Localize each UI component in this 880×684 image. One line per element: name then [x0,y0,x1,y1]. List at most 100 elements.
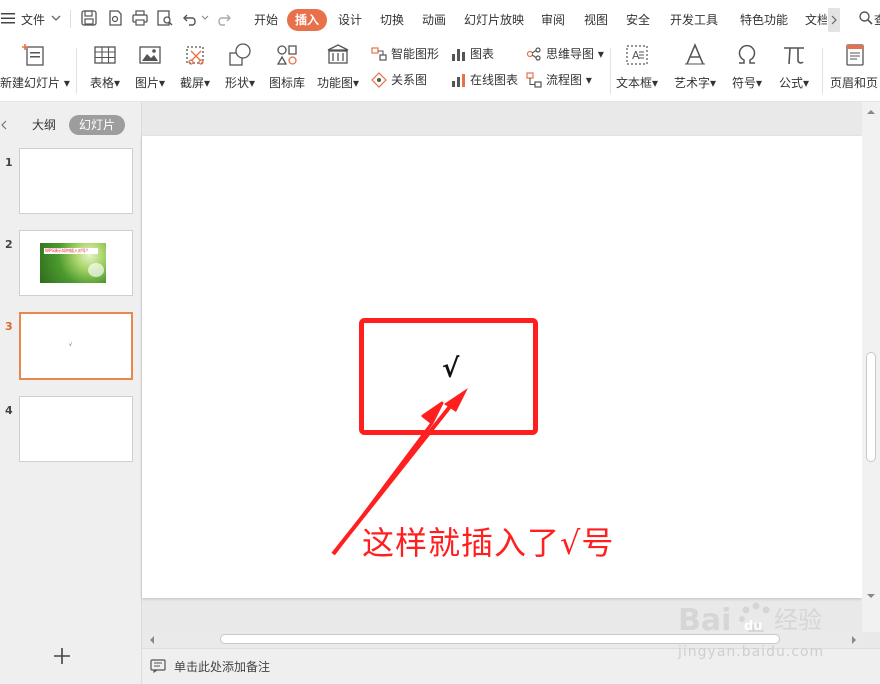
baidu-jingyan-watermark: Bai du 经验 jingyan.baidu.com [676,592,836,666]
scroll-down-icon [867,594,875,598]
svg-text:du: du [744,619,763,634]
scroll-left-icon [150,636,154,644]
icon-library-button[interactable]: 图标库 [266,42,308,98]
hamburger-menu-icon[interactable] [0,10,16,26]
print-preview-icon[interactable] [156,9,176,29]
icon-library-label: 图标库 [268,76,305,90]
formula-button[interactable]: 公式▾ [774,42,814,98]
textbox-button[interactable]: A 文本框▾ [614,42,660,98]
table-button[interactable]: 表格▾ [85,42,125,98]
slide-thumbnail-2[interactable]: WPS演示如何插入对号？ [19,230,133,296]
mindmap-button[interactable]: 思维导图 ▾ [526,44,604,64]
function-chart-label: 功能图 [316,76,353,90]
search-label[interactable]: 查 [874,10,880,30]
header-footer-button[interactable]: 页眉和页 [830,42,880,98]
table-icon [92,42,118,68]
tab-review[interactable]: 审阅 [541,9,565,31]
search-icon[interactable] [858,10,874,26]
picture-label: 图片 [134,76,159,90]
shape-button[interactable]: 形状▾ [220,42,260,98]
slide-number: 1 [5,156,13,169]
tab-slideshow[interactable]: 幻灯片放映 [464,9,524,31]
smart-shape-button[interactable]: 智能图形 [371,44,439,64]
save-icon[interactable] [80,9,100,29]
scroll-up-icon [867,110,875,114]
divider [822,48,823,94]
vertical-scroll-thumb[interactable] [866,352,876,462]
watermark-url: jingyan.baidu.com [678,644,825,660]
svg-text:经验: 经验 [774,606,822,634]
symbol-button[interactable]: 符号▾ [728,42,766,98]
symbol-label: 符号 [731,76,756,90]
new-slide-label: 新建幻灯片 [0,76,61,90]
function-chart-icon [325,42,351,68]
tab-features[interactable]: 特色功能 [740,9,788,31]
divider [76,48,77,94]
chart-icon [450,46,466,62]
add-slide-button[interactable] [51,645,73,667]
svg-text:Bai: Bai [678,603,731,638]
wordart-icon [682,42,708,68]
output-pdf-icon[interactable] [106,9,126,29]
tab-home[interactable]: 开始 [254,9,278,31]
print-icon[interactable] [131,9,151,29]
redo-icon[interactable] [214,9,234,29]
menu-bar: 文件 开始 插入 设计 切换 动画 幻灯片放映 审阅 视图 安全 开发工具 特色… [0,0,880,38]
online-chart-icon [450,72,466,88]
flowchart-label: 流程图 [546,73,583,87]
tab-design[interactable]: 设计 [338,9,362,31]
slide-canvas[interactable]: √ 这样就插入了√号 [142,136,862,598]
tabs-scroll-right-button[interactable] [828,8,840,32]
screenshot-button[interactable]: 截屏▾ [175,42,215,98]
tab-outline[interactable]: 大纲 [32,115,56,135]
chart-label: 图表 [470,47,495,61]
omega-icon [734,42,760,68]
tab-slides[interactable]: 幻灯片 [69,115,126,135]
undo-icon[interactable] [182,9,202,29]
chevron-down-icon[interactable] [200,12,210,24]
slide-thumbnail-panel: 大纲 幻灯片 1 2 WPS演示如何插入对号？ 3 √ 4 [0,102,142,684]
wordart-button[interactable]: 艺术字▾ [668,42,722,98]
notes-placeholder[interactable]: 单击此处添加备注 [174,658,270,675]
file-menu[interactable]: 文件 [21,10,45,30]
flowchart-icon [526,72,542,88]
tab-transition[interactable]: 切换 [380,9,404,31]
relation-chart-button[interactable]: 关系图 [371,70,427,90]
chevron-down-icon[interactable] [50,12,62,24]
shape-icon [227,42,253,68]
tab-developer[interactable]: 开发工具 [670,9,718,31]
tab-animation[interactable]: 动画 [422,9,446,31]
new-slide-button[interactable]: 新建幻灯片 ▾ [0,42,70,98]
tab-insert[interactable]: 插入 [287,9,328,31]
screenshot-icon [182,42,208,68]
plus-icon [54,648,70,664]
flowchart-button[interactable]: 流程图 ▾ [526,70,592,90]
vertical-scrollbar[interactable] [862,102,880,632]
scroll-right-icon [852,636,856,644]
collapse-panel-icon[interactable] [0,118,8,135]
slide-thumbnail-1[interactable] [19,148,133,214]
formula-label: 公式 [778,76,803,90]
notes-icon [150,659,166,673]
ribbon-insert: 新建幻灯片 ▾ 表格▾ 图片▾ 截屏▾ 形状▾ 图标库 功能图▾ 智能图形 图表… [0,38,880,102]
tab-view[interactable]: 视图 [584,9,608,31]
pi-icon [781,42,807,68]
mindmap-label: 思维导图 [546,47,595,61]
slide-thumbnail-4[interactable] [19,396,133,462]
svg-text:A: A [632,49,640,62]
baidu-logo: Bai du 经验 [678,602,822,638]
online-chart-button[interactable]: 在线图表 [450,70,518,90]
relation-chart-label: 关系图 [391,73,428,87]
slide-number: 3 [5,320,13,333]
chart-button[interactable]: 图表 [450,44,494,64]
tab-document[interactable]: 文档 [805,9,827,31]
picture-icon [137,42,163,68]
picture-button[interactable]: 图片▾ [130,42,170,98]
online-chart-label: 在线图表 [470,73,519,87]
slide-thumbnail-3[interactable]: √ [19,312,133,380]
function-chart-button[interactable]: 功能图▾ [313,42,363,98]
checkmark-symbol[interactable]: √ [442,354,459,384]
tab-security[interactable]: 安全 [626,9,650,31]
textbox-label: 文本框 [615,76,652,90]
slide-number: 4 [5,404,13,417]
